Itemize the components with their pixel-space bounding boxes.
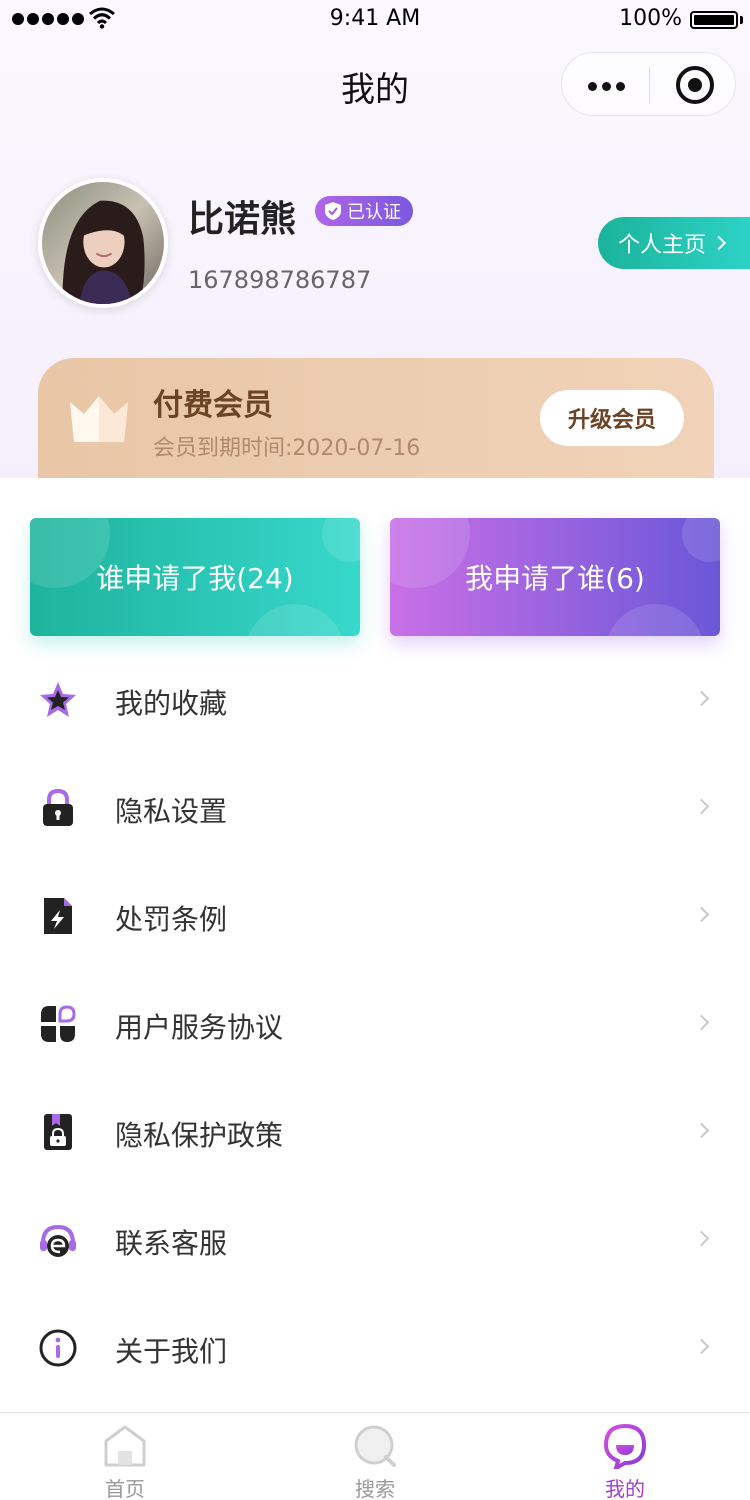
menu-label: 隐私设置 <box>115 795 228 828</box>
tab-home[interactable]: 首页 <box>0 1413 250 1500</box>
chevron-right-icon <box>693 1338 710 1355</box>
user-name: 比诺熊 <box>188 199 297 240</box>
i-applied-who-card[interactable]: 我申请了谁(6) <box>390 518 720 636</box>
tab-mine[interactable]: 我的 <box>500 1413 750 1500</box>
avatar[interactable] <box>38 178 168 308</box>
menu-label: 关于我们 <box>115 1335 228 1368</box>
grid-icon <box>38 1004 78 1044</box>
tab-label: 首页 <box>105 1477 145 1500</box>
chevron-right-icon <box>693 690 710 707</box>
menu-item-penalty-rules[interactable]: 处罚条例 <box>0 862 750 970</box>
who-applied-me-label: 谁申请了我(24) <box>96 562 294 595</box>
menu-label: 联系客服 <box>115 1227 228 1260</box>
miniprogram-capsule <box>561 52 736 116</box>
chevron-right-icon <box>693 1230 710 1247</box>
menu-item-service-agreement[interactable]: 用户服务协议 <box>0 970 750 1078</box>
menu-label: 我的收藏 <box>115 687 228 720</box>
menu-item-privacy-policy[interactable]: 隐私保护政策 <box>0 1078 750 1186</box>
tab-label: 我的 <box>605 1477 645 1500</box>
menu-item-favorites[interactable]: 我的收藏 <box>0 646 750 754</box>
verified-label: 已认证 <box>347 202 401 223</box>
tab-label: 搜索 <box>355 1477 395 1500</box>
status-bar: 9:41 AM 100% <box>0 0 750 40</box>
chevron-right-icon <box>693 798 710 815</box>
chevron-right-icon <box>711 235 727 251</box>
membership-title: 付费会员 <box>153 388 273 423</box>
document-bolt-icon <box>38 896 78 936</box>
info-icon <box>38 1328 78 1368</box>
chevron-right-icon <box>693 1122 710 1139</box>
upgrade-button[interactable]: 升级会员 <box>540 390 684 446</box>
capsule-divider <box>649 67 650 103</box>
who-applied-me-card[interactable]: 谁申请了我(24) <box>30 518 360 636</box>
more-icon[interactable] <box>588 82 625 91</box>
menu-item-privacy-settings[interactable]: 隐私设置 <box>0 754 750 862</box>
tab-bar: 首页 搜索 我的 <box>0 1412 750 1500</box>
menu-item-about-us[interactable]: 关于我们 <box>0 1294 750 1402</box>
homepage-label: 个人主页 <box>618 233 707 258</box>
menu-label: 隐私保护政策 <box>115 1119 284 1152</box>
star-icon <box>38 680 78 720</box>
tab-search[interactable]: 搜索 <box>250 1413 500 1500</box>
user-phone: 167898786787 <box>188 266 372 294</box>
menu-label: 用户服务协议 <box>115 1011 284 1044</box>
battery-percent: 100% <box>619 6 682 31</box>
battery-tip <box>740 16 743 24</box>
membership-card: 付费会员 会员到期时间:2020-07-16 升级会员 <box>38 358 714 480</box>
battery-icon <box>690 11 738 29</box>
chevron-right-icon <box>693 906 710 923</box>
menu-item-contact-service[interactable]: 联系客服 <box>0 1186 750 1294</box>
file-lock-icon <box>38 1112 78 1152</box>
headset-icon <box>38 1220 78 1260</box>
profile-icon <box>603 1423 647 1469</box>
crown-icon <box>70 396 128 442</box>
homepage-button[interactable]: 个人主页 <box>598 217 750 269</box>
home-icon <box>104 1425 146 1467</box>
shield-check-icon <box>325 202 341 220</box>
verified-badge: 已认证 <box>315 196 413 226</box>
search-icon <box>354 1425 396 1467</box>
chevron-right-icon <box>693 1014 710 1031</box>
menu-label: 处罚条例 <box>115 903 228 936</box>
membership-expire: 会员到期时间:2020-07-16 <box>153 436 421 461</box>
close-target-icon[interactable] <box>676 66 714 104</box>
i-applied-who-label: 我申请了谁(6) <box>465 562 645 595</box>
lock-icon <box>38 788 78 828</box>
